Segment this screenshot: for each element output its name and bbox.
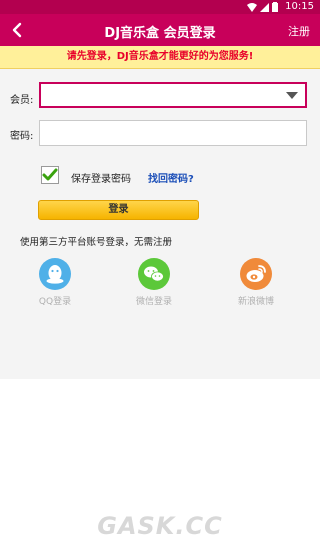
status-time: 10:15: [285, 1, 314, 12]
battery-icon: [272, 2, 278, 12]
page-title: DJ音乐盒 会员登录: [104, 26, 216, 41]
member-label: 会员:: [10, 95, 34, 106]
login-button[interactable]: 登录: [38, 200, 199, 220]
save-password-label: 保存登录密码: [71, 174, 131, 185]
password-label: 密码:: [10, 131, 34, 142]
checkmark-icon: [42, 168, 58, 181]
third-party-hint: 使用第三方平台账号登录，无需注册: [20, 237, 173, 248]
register-button[interactable]: 注册: [288, 23, 310, 39]
wechat-icon: [138, 258, 170, 290]
dropdown-arrow-icon[interactable]: [286, 92, 298, 99]
login-form: 会员: 密码: 保存登录密码 找回密码? 登录 使用第三方平台账号登录，无需注册…: [0, 69, 320, 379]
wechat-login-button[interactable]: 微信登录: [124, 258, 184, 307]
weibo-login-label: 新浪微博: [237, 297, 274, 307]
password-field[interactable]: [39, 120, 307, 146]
title-bar: DJ音乐盒 会员登录 注册: [0, 14, 320, 46]
qq-login-button[interactable]: QQ登录: [25, 258, 85, 307]
qq-icon: [39, 258, 71, 290]
signal-icon: [260, 2, 269, 12]
member-field[interactable]: [39, 82, 307, 108]
forgot-password-link[interactable]: 找回密码?: [148, 170, 194, 185]
wifi-icon: [247, 2, 257, 12]
weibo-icon: [240, 258, 272, 290]
status-icons: [247, 2, 278, 12]
weibo-login-button[interactable]: 新浪微博: [226, 258, 286, 307]
save-password-checkbox[interactable]: [41, 166, 59, 184]
status-bar: 10:15: [0, 0, 320, 14]
watermark: GASK.CC: [97, 512, 223, 540]
login-notice: 请先登录，DJ音乐盒才能更好的为您服务!: [0, 46, 320, 69]
qq-login-label: QQ登录: [38, 297, 72, 307]
wechat-login-label: 微信登录: [135, 297, 172, 307]
